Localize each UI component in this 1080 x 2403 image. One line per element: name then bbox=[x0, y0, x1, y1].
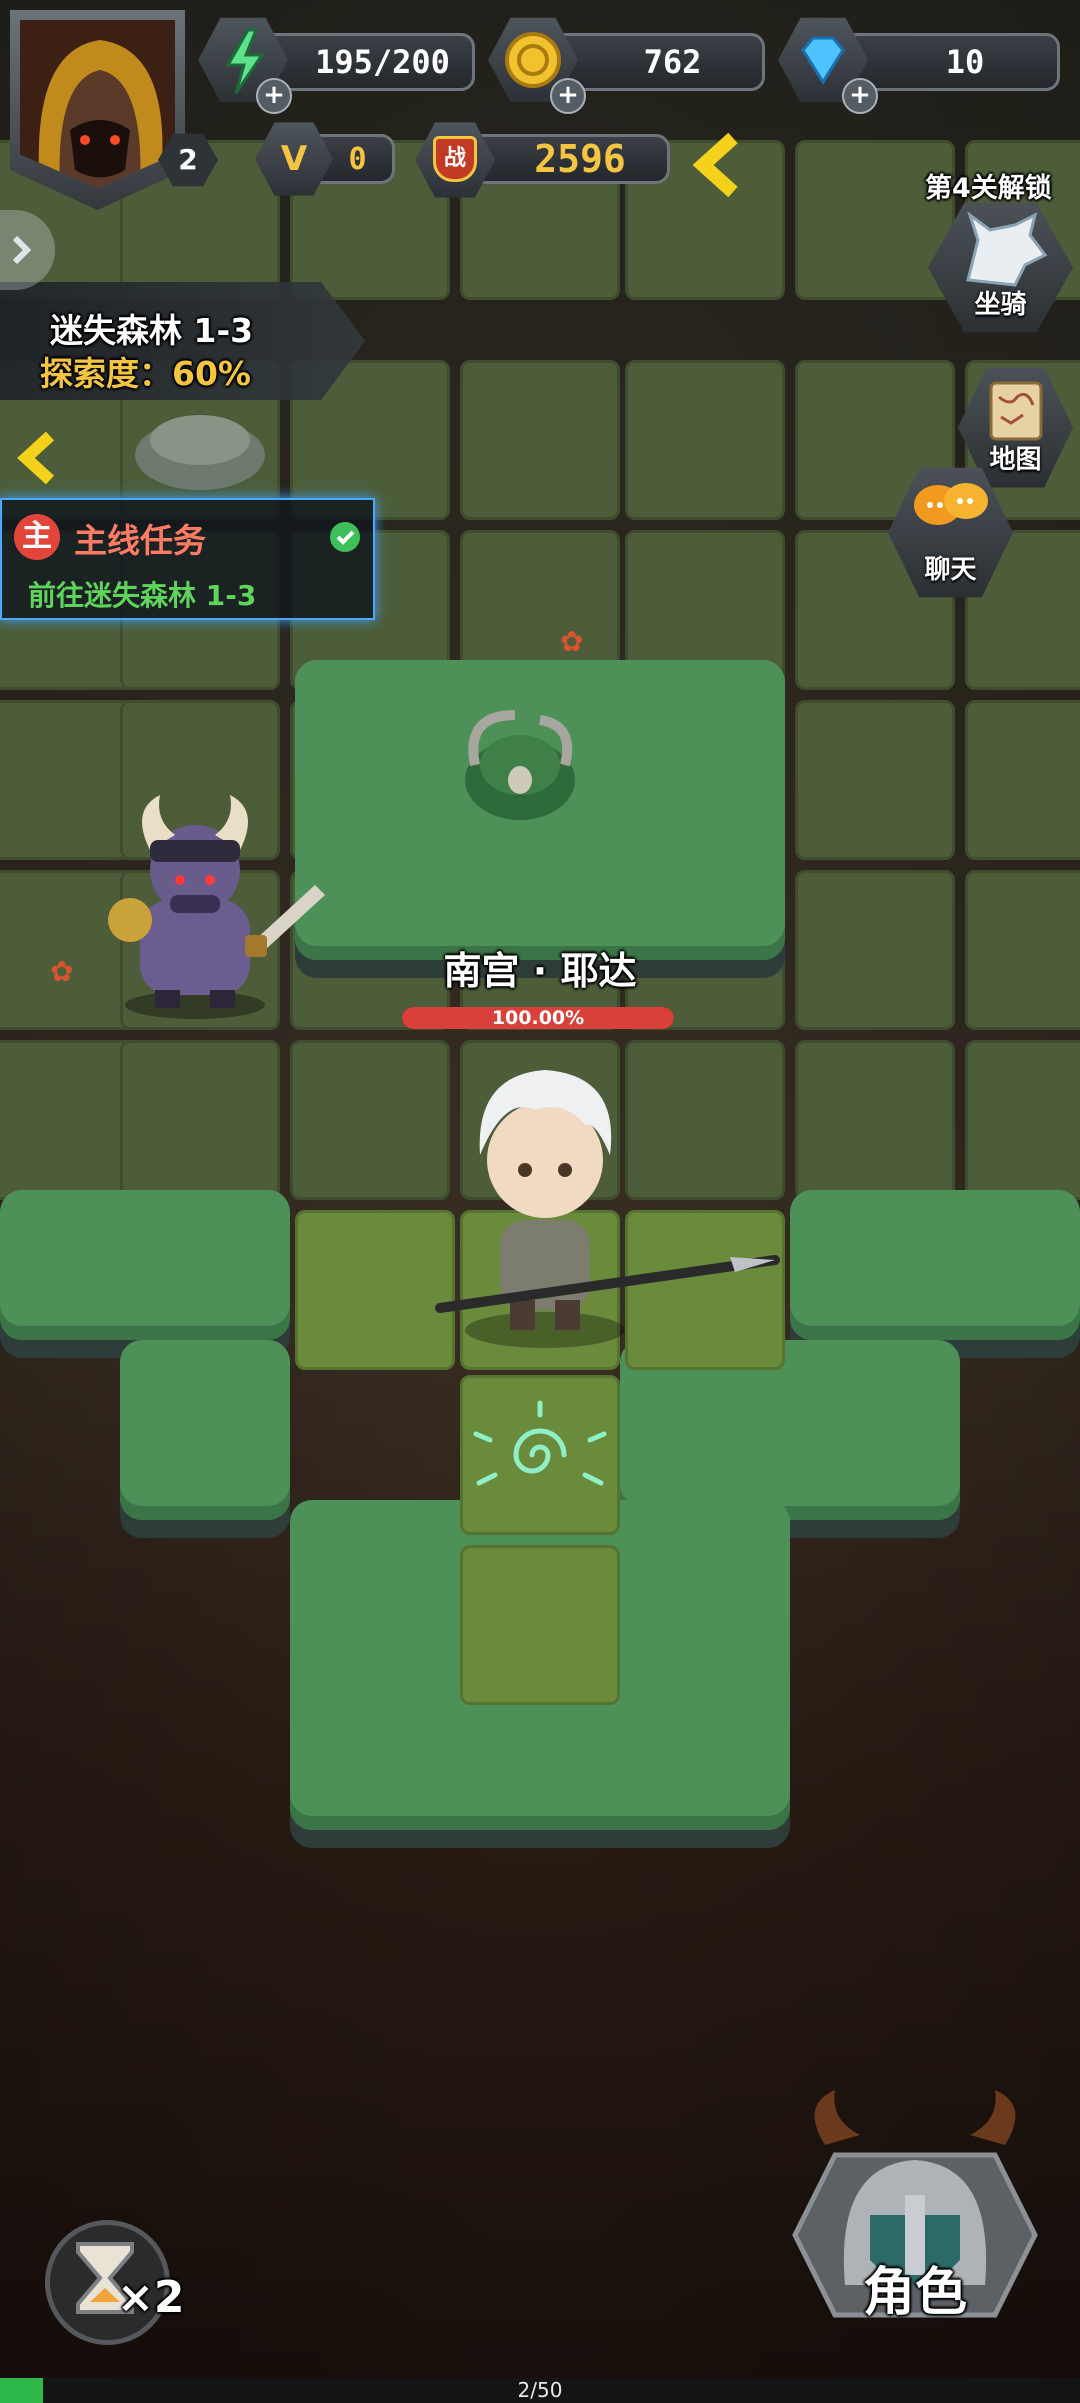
path-tile[interactable] bbox=[460, 1545, 620, 1705]
exploration-line: 探索度：60% bbox=[40, 347, 251, 395]
quest-title: 主线任务 bbox=[74, 521, 206, 560]
hero-hp-bar: 100.00% bbox=[402, 1007, 674, 1029]
character-button[interactable]: 角色 bbox=[775, 2085, 1055, 2365]
floor-tile bbox=[460, 360, 620, 520]
mount-button[interactable]: 坐骑 bbox=[928, 200, 1073, 335]
speed-toggle-button[interactable]: ×2 bbox=[35, 2210, 195, 2345]
flower-decoration: ✿ bbox=[560, 625, 584, 658]
exploration-value: 60% bbox=[172, 354, 251, 393]
hero-hp-text: 100.00% bbox=[491, 1007, 585, 1029]
floor-tile bbox=[120, 1040, 280, 1200]
quest-collapse-chevron-icon[interactable] bbox=[12, 428, 62, 488]
floor-tile bbox=[965, 700, 1080, 860]
add-diamond-button[interactable]: + bbox=[842, 78, 878, 114]
rock-obstacle bbox=[135, 415, 265, 490]
chat-label: 聊天 bbox=[924, 555, 977, 585]
horned-rock-obstacle[interactable] bbox=[445, 685, 595, 835]
hooded-avatar-icon bbox=[38, 40, 163, 188]
floor-tile bbox=[625, 360, 785, 520]
grass-platform-left-lower bbox=[120, 1340, 290, 1520]
quest-badge: 主 bbox=[14, 514, 60, 560]
stage-progress-text: 2/50 bbox=[517, 2378, 563, 2402]
floor-tile bbox=[290, 1040, 450, 1200]
add-gold-button[interactable]: + bbox=[550, 78, 586, 114]
diamond-value: 10 bbox=[945, 43, 985, 81]
combat-power-badge: 战 bbox=[433, 136, 477, 182]
stage-progress-bar: 2/50 bbox=[0, 2378, 1080, 2403]
main-quest-panel[interactable]: 主 主线任务 前往迷失森林 1-3 bbox=[0, 498, 375, 620]
floor-tile bbox=[795, 1040, 955, 1200]
portal-swirl-icon[interactable] bbox=[470, 1400, 610, 1510]
grass-platform-right bbox=[790, 1190, 1080, 1340]
flower-decoration: ✿ bbox=[50, 955, 74, 988]
enemy-bull-warrior[interactable] bbox=[85, 790, 335, 1030]
energy-value: 195/200 bbox=[315, 43, 450, 81]
gold-value: 762 bbox=[643, 43, 702, 81]
mount-label: 坐骑 bbox=[974, 290, 1027, 320]
collapse-hud-chevron-icon[interactable] bbox=[688, 130, 748, 200]
chat-bubble-icon bbox=[914, 483, 988, 525]
hero-name: 南宫 · 耶达 bbox=[443, 949, 637, 993]
wolf-mount-icon bbox=[966, 210, 1048, 287]
speed-multiplier: ×2 bbox=[117, 2272, 185, 2323]
floor-tile bbox=[965, 870, 1080, 1030]
character-label: 角色 bbox=[862, 2263, 967, 2323]
combat-power-value: 2596 bbox=[534, 137, 626, 181]
quest-description: 前往迷失森林 1-3 bbox=[28, 579, 257, 612]
scroll-map-icon bbox=[989, 381, 1043, 441]
floor-tile bbox=[965, 1040, 1080, 1200]
exploration-label: 探索度： bbox=[40, 354, 172, 393]
quest-complete-check-icon bbox=[330, 522, 360, 552]
add-energy-button[interactable]: + bbox=[256, 78, 292, 114]
player-avatar[interactable] bbox=[10, 10, 185, 210]
stage-info-panel: 迷失森林 1-3 探索度：60% bbox=[0, 282, 365, 400]
hero-character[interactable] bbox=[430, 1050, 790, 1350]
floor-tile bbox=[795, 700, 955, 860]
chat-button[interactable]: 聊天 bbox=[888, 465, 1013, 600]
grass-platform-left bbox=[0, 1190, 290, 1340]
floor-tile bbox=[795, 870, 955, 1030]
stage-name: 迷失森林 1-3 bbox=[50, 311, 254, 350]
vip-value: 0 bbox=[348, 141, 367, 177]
stage-panel-toggle-icon[interactable] bbox=[0, 210, 55, 290]
